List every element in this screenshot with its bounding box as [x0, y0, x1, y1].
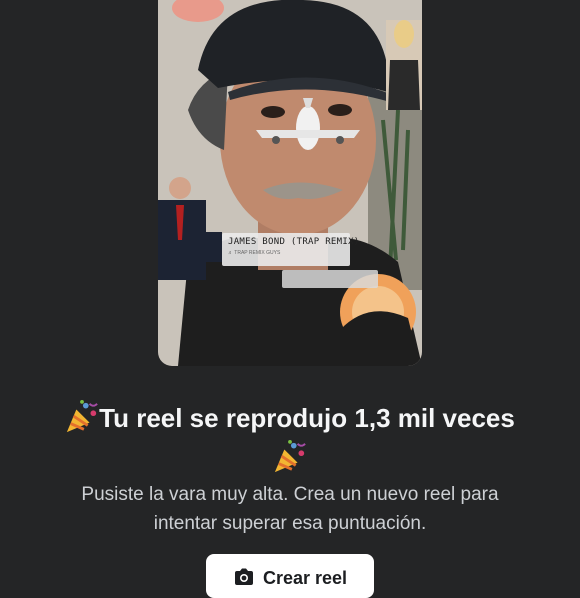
description-line-2: intentar superar esa puntuación.: [153, 513, 427, 534]
milestone-headline: Tu reel se reprodujo 1,3 mil veces: [0, 398, 580, 478]
reel-thumbnail-image: [158, 0, 422, 366]
milestone-description: Pusiste la vara muy alta. Crea un nuevo …: [0, 480, 580, 538]
party-popper-icon: [67, 400, 98, 433]
music-title: JAMES BOND (TRAP REMIX): [228, 237, 360, 247]
camera-icon: [234, 568, 253, 585]
description-line-1: Pusiste la vara muy alta. Crea un nuevo …: [81, 484, 499, 505]
create-reel-label: Crear reel: [262, 568, 348, 588]
music-artist: ♬ TRAP REMIX GUYS: [228, 250, 281, 256]
milestone-title: Tu reel se reprodujo 1,3 mil veces: [99, 403, 515, 433]
woman-sticker: [386, 20, 422, 110]
party-popper-icon: [274, 440, 306, 473]
music-sticker: JAMES BOND (TRAP REMIX) ♬ TRAP REMIX GUY…: [222, 233, 360, 266]
create-reel-button[interactable]: Crear reel: [206, 554, 374, 598]
reel-preview-card[interactable]: JAMES BOND (TRAP REMIX) ♬ TRAP REMIX GUY…: [158, 0, 422, 366]
